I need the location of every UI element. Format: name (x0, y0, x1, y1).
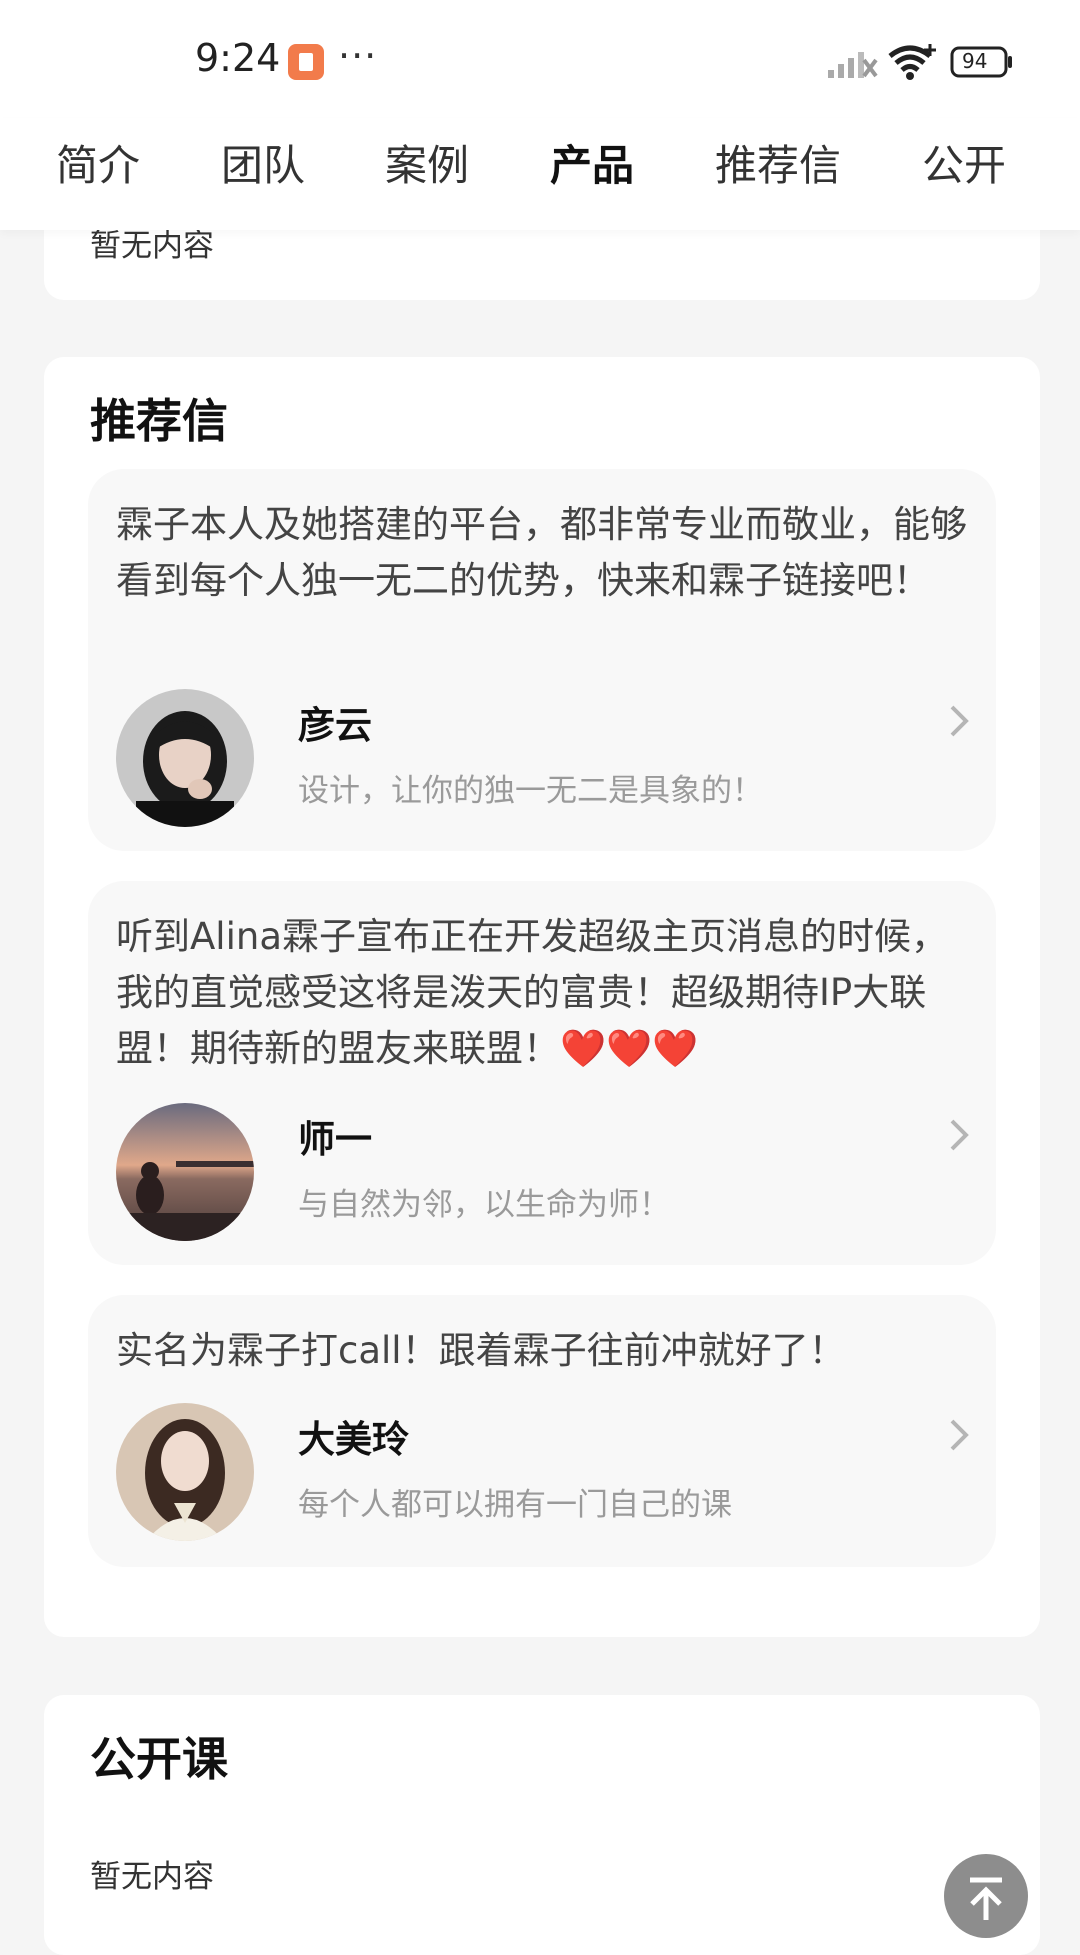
tab-recommendations[interactable]: 推荐信 (715, 132, 841, 193)
avatar (116, 1103, 254, 1241)
tab-team[interactable]: 团队 (221, 132, 305, 193)
person-name: 师一 (298, 1118, 372, 1161)
chevron-right-icon (950, 705, 969, 737)
tab-open-course[interactable]: 公开 (922, 132, 1006, 193)
signal-icon (828, 52, 878, 78)
open-course-card: 公开课 暂无内容 (44, 1695, 1040, 1955)
back-to-top-icon (970, 1877, 1002, 1920)
tab-products[interactable]: 产品 (550, 132, 634, 193)
recommendation-item[interactable]: 实名为霖子打call！跟着霖子往前冲就好了！ 大美玲 每个人都可以拥有一门自己的… (88, 1295, 996, 1567)
chevron-right-icon (950, 1419, 969, 1451)
back-to-top-button[interactable] (944, 1854, 1028, 1938)
status-time: 9:24 (195, 36, 281, 80)
more-notifications-icon: ··· (338, 34, 378, 78)
chevron-right-icon (950, 1119, 969, 1151)
status-bar: 9:24 ··· 94 (0, 0, 1080, 118)
tab-intro[interactable]: 简介 (56, 132, 140, 193)
avatar (116, 1403, 254, 1541)
person-motto: 每个人都可以拥有一门自己的课 (298, 1487, 732, 1523)
avatar (116, 689, 254, 827)
section-title: 公开课 (90, 1732, 228, 1786)
wifi-icon (888, 44, 936, 80)
recommendation-text: 听到Alina霖子宣布正在开发超级主页消息的时候，我的直觉感受这将是泼天的富贵！… (116, 915, 948, 1070)
battery-level: 94 (962, 49, 988, 73)
tab-cases[interactable]: 案例 (385, 132, 469, 193)
recommendation-item[interactable]: 听到Alina霖子宣布正在开发超级主页消息的时候，我的直觉感受这将是泼天的富贵！… (88, 881, 996, 1265)
section-title: 推荐信 (90, 394, 228, 448)
recommendations-card: 推荐信 霖子本人及她搭建的平台，都非常专业而敬业，能够看到每个人独一无二的优势，… (44, 357, 1040, 1637)
recommendation-text: 霖子本人及她搭建的平台，都非常专业而敬业，能够看到每个人独一无二的优势，快来和霖… (116, 503, 967, 602)
recommendation-text: 实名为霖子打call！跟着霖子往前冲就好了！ (116, 1329, 846, 1372)
person-motto: 与自然为邻，以生命为师！ (298, 1187, 670, 1223)
person-motto: 设计，让你的独一无二是具象的！ (298, 773, 763, 809)
person-name: 彦云 (298, 704, 372, 747)
battery-icon: 94 (950, 46, 1014, 78)
section-tabs: 简介 团队 案例 产品 推荐信 公开 (0, 118, 1080, 230)
recommendation-item[interactable]: 霖子本人及她搭建的平台，都非常专业而敬业，能够看到每个人独一无二的优势，快来和霖… (88, 469, 996, 851)
person-name: 大美玲 (298, 1418, 409, 1461)
empty-text: 暂无内容 (90, 1859, 214, 1895)
notification-badge-icon (288, 44, 324, 80)
